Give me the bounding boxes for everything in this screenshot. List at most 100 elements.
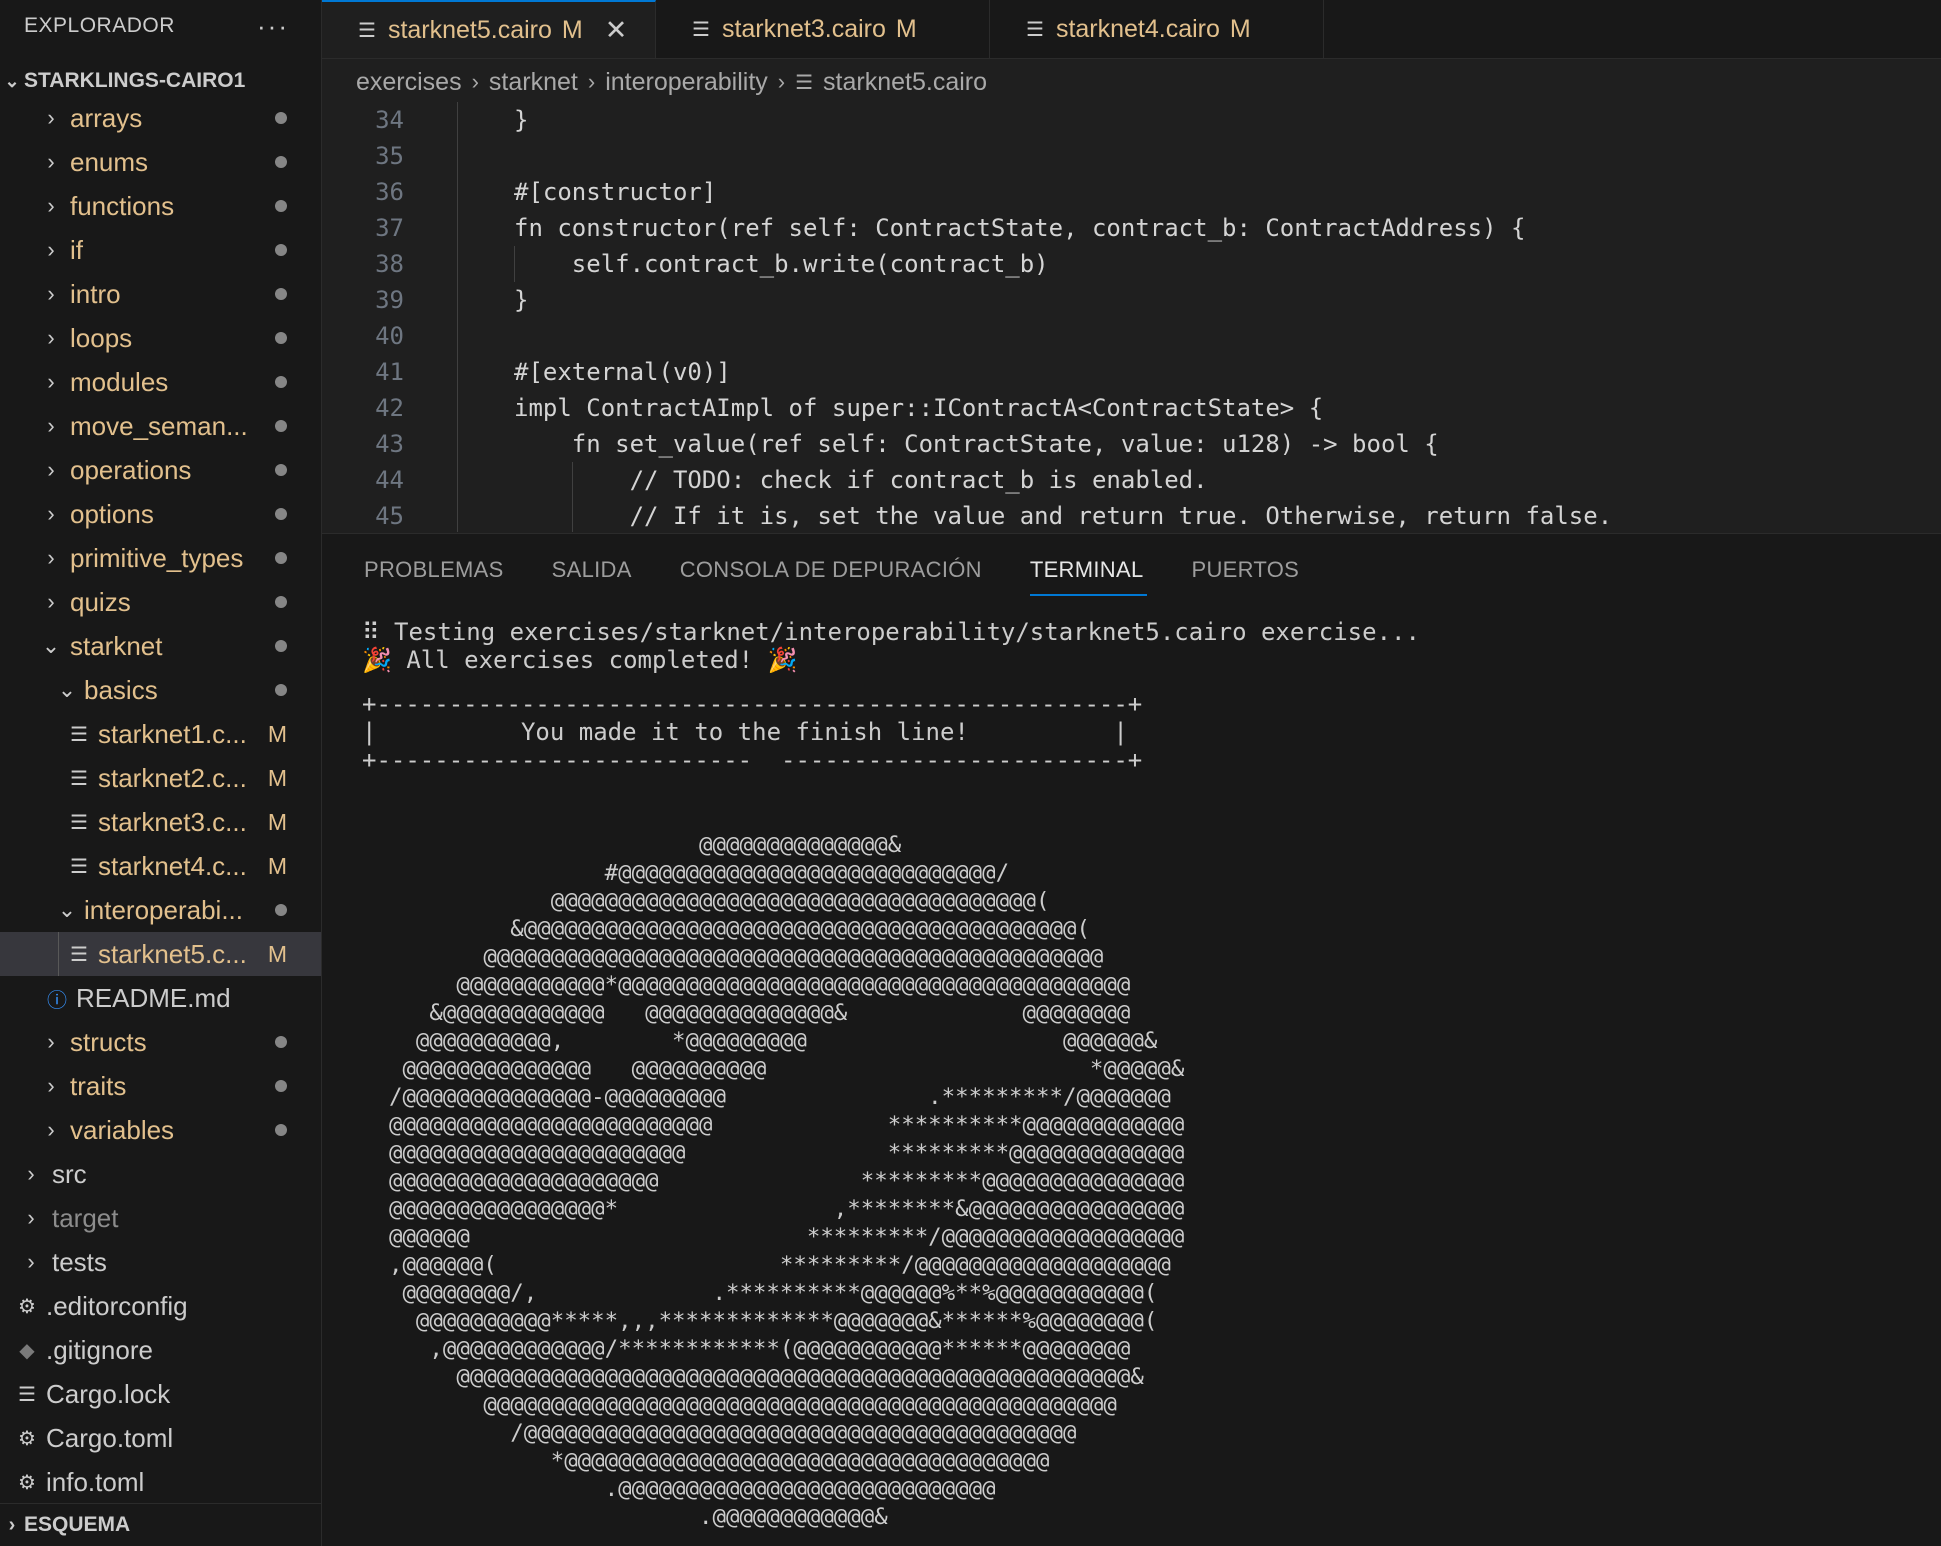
tree-file-starknet3[interactable]: ☰ starknet3.c... M bbox=[0, 800, 321, 844]
code-line: 42 impl ContractAImpl of super::IContract… bbox=[322, 390, 1941, 426]
code-text: } bbox=[514, 106, 529, 134]
tree-folder-tests[interactable]: › tests bbox=[0, 1240, 321, 1284]
tab-starknet3[interactable]: ☰ starknet3.cairo M bbox=[656, 0, 990, 58]
tree-file-editorconfig[interactable]: ⚙ .editorconfig bbox=[0, 1284, 321, 1328]
tree-folder-variables[interactable]: › variables bbox=[0, 1108, 321, 1152]
tree-folder-enums[interactable]: › enums bbox=[0, 140, 321, 184]
file-lines-icon: ☰ bbox=[692, 18, 710, 41]
tree-folder-intro[interactable]: › intro bbox=[0, 272, 321, 316]
outline-title: ESQUEMA bbox=[24, 1513, 131, 1536]
tree-folder-operations[interactable]: › operations bbox=[0, 448, 321, 492]
tree-folder-move-semantics[interactable]: › move_seman... bbox=[0, 404, 321, 448]
code-editor[interactable]: 34} 35 36 #[constructor] 37 fn constructor… bbox=[322, 102, 1941, 532]
code-line: 35 bbox=[322, 138, 1941, 174]
code-text: #[external(v0)] bbox=[514, 358, 731, 386]
modified-dot-icon bbox=[275, 508, 287, 520]
tab-terminal[interactable]: TERMINAL bbox=[1029, 534, 1148, 606]
tree-folder-loops[interactable]: › loops bbox=[0, 316, 321, 360]
modified-dot-icon bbox=[275, 376, 287, 388]
outline-section[interactable]: › ESQUEMA bbox=[0, 1503, 321, 1546]
chevron-right-icon: › bbox=[47, 105, 55, 130]
breadcrumb-item[interactable]: starknet5.cairo bbox=[823, 68, 987, 97]
tree-folder-interoperability[interactable]: ⌄ interoperabi... bbox=[0, 888, 321, 932]
breadcrumb-item[interactable]: interoperability bbox=[605, 68, 768, 97]
tree-folder-target[interactable]: › target bbox=[0, 1196, 321, 1240]
file-lines-icon: ☰ bbox=[70, 943, 88, 966]
explorer-title: EXPLORADOR bbox=[24, 14, 175, 37]
tree-item-label: starknet1.c... bbox=[98, 718, 247, 749]
tree-item-label: .editorconfig bbox=[46, 1290, 188, 1321]
line-number: 45 bbox=[375, 502, 404, 530]
modified-dot-icon bbox=[275, 640, 287, 652]
tree-file-starknet2[interactable]: ☰ starknet2.c... M bbox=[0, 756, 321, 800]
code-text: impl ContractAImpl of super::IContractA<… bbox=[514, 394, 1324, 422]
close-icon[interactable]: ✕ bbox=[605, 15, 628, 46]
bottom-panel: PROBLEMAS SALIDA CONSOLA DE DEPURACIÓN T… bbox=[322, 533, 1941, 1546]
tree-folder-modules[interactable]: › modules bbox=[0, 360, 321, 404]
ascii-art-logo: @@@@@@@@@@@@@@& #@@@@@@@@@@@@@@@@@@@@@@@… bbox=[388, 832, 1185, 1530]
file-lines-icon: ☰ bbox=[18, 1383, 36, 1406]
tree-file-cargo-toml[interactable]: ⚙ Cargo.toml bbox=[0, 1416, 321, 1460]
tree-folder-src[interactable]: › src bbox=[0, 1152, 321, 1196]
tab-debug-console[interactable]: CONSOLA DE DEPURACIÓN bbox=[680, 534, 982, 606]
modified-dot-icon bbox=[275, 464, 287, 476]
project-name: STARKLINGS-CAIRO1 bbox=[24, 69, 246, 92]
line-number: 42 bbox=[375, 394, 404, 422]
tree-file-info-toml[interactable]: ⚙ info.toml bbox=[0, 1460, 321, 1504]
file-lines-icon: ☰ bbox=[358, 19, 376, 42]
tree-folder-functions[interactable]: › functions bbox=[0, 184, 321, 228]
file-lines-icon: ☰ bbox=[70, 811, 88, 834]
tree-file-cargo-lock[interactable]: ☰ Cargo.lock bbox=[0, 1372, 321, 1416]
tree-folder-basics[interactable]: ⌄ basics bbox=[0, 668, 321, 712]
tree-file-gitignore[interactable]: ◆ .gitignore bbox=[0, 1328, 321, 1372]
tab-ports[interactable]: PUERTOS bbox=[1191, 534, 1299, 606]
code-line: 38 self.contract_b.write(contract_b) bbox=[322, 246, 1941, 282]
tree-folder-structs[interactable]: › structs bbox=[0, 1020, 321, 1064]
chevron-right-icon: › bbox=[8, 1513, 16, 1536]
tree-folder-arrays[interactable]: › arrays bbox=[0, 96, 321, 140]
modified-badge: M bbox=[561, 15, 583, 44]
tree-folder-starknet[interactable]: ⌄ starknet bbox=[0, 624, 321, 668]
chevron-right-icon: › bbox=[27, 1205, 35, 1230]
code-text: fn set_value(ref self: ContractState, va… bbox=[514, 430, 1439, 458]
tree-file-starknet1[interactable]: ☰ starknet1.c... M bbox=[0, 712, 321, 756]
chevron-right-icon: › bbox=[47, 589, 55, 614]
tree-file-readme[interactable]: ⓘ README.md bbox=[0, 976, 321, 1020]
chevron-right-icon: › bbox=[47, 1029, 55, 1054]
terminal-line: | You made it to the finish line! | bbox=[362, 718, 1128, 746]
gear-icon: ⚙ bbox=[18, 1427, 36, 1450]
code-text: self.contract_b.write(contract_b) bbox=[514, 250, 1049, 278]
terminal-line: +---------------------------------------… bbox=[362, 690, 1143, 718]
chevron-right-icon: › bbox=[27, 1161, 35, 1186]
more-actions-icon[interactable]: ··· bbox=[257, 11, 289, 42]
chevron-right-icon: › bbox=[47, 1117, 55, 1142]
tree-file-starknet5[interactable]: ☰ starknet5.c... M bbox=[0, 932, 321, 976]
breadcrumb-item[interactable]: exercises bbox=[356, 68, 462, 97]
line-number: 35 bbox=[375, 142, 404, 170]
chevron-right-icon: › bbox=[587, 69, 596, 94]
tree-folder-if[interactable]: › if bbox=[0, 228, 321, 272]
tree-file-starknet4[interactable]: ☰ starknet4.c... M bbox=[0, 844, 321, 888]
panel-tab-bar: PROBLEMAS SALIDA CONSOLA DE DEPURACIÓN T… bbox=[322, 534, 1941, 606]
breadcrumb-item[interactable]: starknet bbox=[489, 68, 578, 97]
tree-folder-traits[interactable]: › traits bbox=[0, 1064, 321, 1108]
chevron-right-icon: › bbox=[47, 369, 55, 394]
file-lines-icon: ☰ bbox=[1026, 18, 1044, 41]
tab-output[interactable]: SALIDA bbox=[552, 534, 632, 606]
tree-folder-quizs[interactable]: › quizs bbox=[0, 580, 321, 624]
code-line: 40 bbox=[322, 318, 1941, 354]
tab-starknet4[interactable]: ☰ starknet4.cairo M bbox=[990, 0, 1324, 58]
chevron-right-icon: › bbox=[47, 1073, 55, 1098]
terminal-line: 🎉 All exercises completed! 🎉 bbox=[362, 646, 798, 674]
chevron-right-icon: › bbox=[47, 149, 55, 174]
tree-folder-primitive-types[interactable]: › primitive_types bbox=[0, 536, 321, 580]
tab-starknet5[interactable]: ☰ starknet5.cairo M ✕ bbox=[322, 0, 656, 58]
chevron-right-icon: › bbox=[47, 237, 55, 262]
tree-item-label: Cargo.toml bbox=[46, 1422, 174, 1453]
modified-badge: M bbox=[895, 14, 917, 43]
tab-problems[interactable]: PROBLEMAS bbox=[364, 534, 504, 606]
modified-badge: M bbox=[267, 852, 287, 879]
terminal[interactable]: ⠿ Testing exercises/starknet/interoperab… bbox=[362, 606, 1941, 1546]
line-number: 44 bbox=[375, 466, 404, 494]
tree-folder-options[interactable]: › options bbox=[0, 492, 321, 536]
